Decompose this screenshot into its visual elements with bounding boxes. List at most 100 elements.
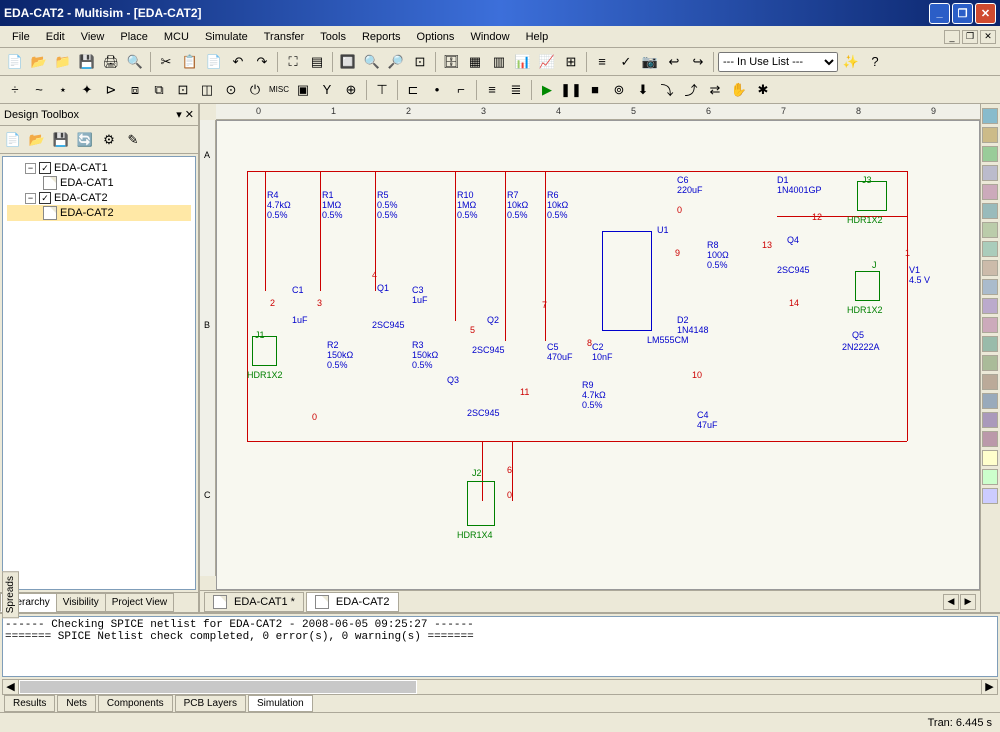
capture-icon[interactable]: 📷 [639,51,661,73]
zoom-in-icon[interactable]: 🔍 [361,51,383,73]
spreadsheet2-icon[interactable]: ▥ [488,51,510,73]
transistor-icon[interactable]: ✦ [76,79,98,101]
breakpoint-icon[interactable]: ✋ [728,79,750,101]
rename-icon[interactable]: ✎ [122,129,144,151]
electromech-icon[interactable]: ⊕ [340,79,362,101]
function-gen-icon[interactable] [982,127,998,143]
bus-icon[interactable]: ⊤ [371,79,393,101]
elec-rules-icon[interactable]: ✓ [615,51,637,73]
4ch-scope-icon[interactable] [982,184,998,200]
component-r3[interactable]: R3150kΩ0.5% [412,341,438,371]
power-icon[interactable]: ⏻ [244,79,266,101]
tab-simulation[interactable]: Simulation [248,695,313,712]
tree-collapse-icon[interactable]: − [25,193,36,204]
stop-icon[interactable]: ■ [584,79,606,101]
tree-checkbox[interactable]: ✓ [39,192,51,204]
tab-project-view[interactable]: Project View [105,593,174,612]
forward-annotate-icon[interactable]: ↪ [687,51,709,73]
scroll-right-icon[interactable]: ▶ [981,680,997,694]
component-q3[interactable]: Q3 [447,376,459,386]
schematic-canvas[interactable]: R44.7kΩ0.5% R11MΩ0.5% R50.5%0.5% R101MΩ0… [216,120,980,590]
spice-output-log[interactable]: ------ Checking SPICE netlist for EDA-CA… [2,616,998,677]
trace-icon[interactable]: ✱ [752,79,774,101]
menu-edit[interactable]: Edit [38,29,73,45]
component-r10[interactable]: R101MΩ0.5% [457,191,478,221]
oscilloscope-icon[interactable] [982,165,998,181]
tab-visibility[interactable]: Visibility [56,593,106,612]
close-button[interactable]: ✕ [975,3,996,24]
component-r6[interactable]: R610kΩ0.5% [547,191,568,221]
menu-file[interactable]: File [4,29,38,45]
bode-plotter-icon[interactable] [982,203,998,219]
list-icon[interactable]: ≡ [591,51,613,73]
component-u1[interactable] [602,231,652,331]
hier-block-icon[interactable]: ⊏ [402,79,424,101]
multimeter-icon[interactable] [982,108,998,124]
tree-item-eda-cat2-doc[interactable]: EDA-CAT2 [7,205,191,221]
component-c3[interactable]: C31uF [412,286,428,306]
component-v1[interactable]: V14.5 V [909,266,930,286]
scroll-left-icon[interactable]: ◀ [3,680,19,694]
component-r1[interactable]: R11MΩ0.5% [322,191,343,221]
tab-pcb-layers[interactable]: PCB Layers [175,695,246,712]
component-j2[interactable] [467,481,495,526]
component-c1[interactable]: C1 [292,286,304,296]
spreadsheet-icon[interactable]: ▤ [306,51,328,73]
mdi-restore-button[interactable]: ❐ [962,30,978,44]
canvas-tab-eda-cat1[interactable]: EDA-CAT1 * [204,592,304,612]
sim-settings-icon[interactable]: ⊚ [608,79,630,101]
tree-collapse-icon[interactable]: − [25,163,36,174]
wire-icon[interactable]: ⌐ [450,79,472,101]
word-gen-icon[interactable] [982,241,998,257]
menu-window[interactable]: Window [462,29,517,45]
paste-icon[interactable]: 📄 [203,51,225,73]
tree-item-eda-cat1-doc[interactable]: EDA-CAT1 [7,175,191,191]
toggle-icon[interactable]: ⇄ [704,79,726,101]
menu-place[interactable]: Place [112,29,156,45]
component-r9[interactable]: R94.7kΩ0.5% [582,381,606,411]
output-scrollbar[interactable]: ◀ ▶ [2,679,998,695]
copy-icon[interactable]: 📋 [179,51,201,73]
agilent-scope-icon[interactable] [982,412,998,428]
menu-transfer[interactable]: Transfer [256,29,313,45]
comment-icon[interactable]: ≣ [505,79,527,101]
in-use-list-dropdown[interactable]: --- In Use List --- [718,52,838,72]
indicator-icon[interactable]: ⊙ [220,79,242,101]
cut-icon[interactable]: ✂ [155,51,177,73]
logic-analyzer-icon[interactable] [982,260,998,276]
component-r2[interactable]: R2150kΩ0.5% [327,341,353,371]
zoom-out-icon[interactable]: 🔎 [385,51,407,73]
tab-nets[interactable]: Nets [57,695,96,712]
tree-item-eda-cat1[interactable]: − ✓ EDA-CAT1 [7,161,191,175]
refresh-icon[interactable]: 🔄 [74,129,96,151]
open-sample-icon[interactable]: 📁 [52,51,74,73]
step-out-icon[interactable]: ⤴ [680,79,702,101]
maximize-button[interactable]: ❐ [952,3,973,24]
component-q4[interactable]: Q4 [787,236,799,246]
menu-reports[interactable]: Reports [354,29,409,45]
minimize-button[interactable]: _ [929,3,950,24]
component-r4[interactable]: R44.7kΩ0.5% [267,191,291,221]
undo-icon[interactable]: ↶ [227,51,249,73]
save-icon[interactable]: 💾 [76,51,98,73]
rf-icon[interactable]: Y [316,79,338,101]
tek-scope-icon[interactable] [982,431,998,447]
component-c5[interactable]: C5470uF [547,343,573,363]
component-j[interactable] [855,271,880,301]
ttl-icon[interactable]: ⧈ [124,79,146,101]
grid-icon[interactable]: ▦ [464,51,486,73]
menu-options[interactable]: Options [409,29,463,45]
tab-results[interactable]: Results [4,695,55,712]
tab-scroll-right-icon[interactable]: ▶ [960,594,976,610]
new-icon[interactable]: 📄 [4,51,26,73]
iv-analyzer-icon[interactable] [982,298,998,314]
advanced-icon[interactable]: ▣ [292,79,314,101]
analog-icon[interactable]: ⊳ [100,79,122,101]
misc-digital-icon[interactable]: ⊡ [172,79,194,101]
freq-counter-icon[interactable] [982,222,998,238]
tab-components[interactable]: Components [98,695,173,712]
source-icon[interactable]: ÷ [4,79,26,101]
junction-icon[interactable]: • [426,79,448,101]
postprocessor-icon[interactable]: 📈 [536,51,558,73]
canvas-tab-eda-cat2[interactable]: EDA-CAT2 [306,592,399,612]
